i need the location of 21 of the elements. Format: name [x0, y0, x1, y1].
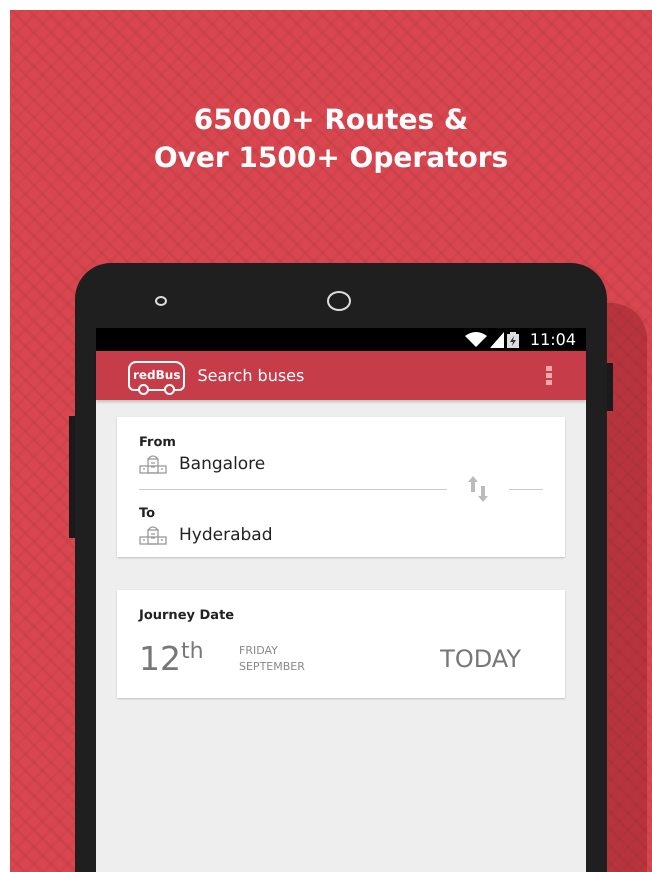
- headline-text: 65000+ Routes &: [194, 102, 468, 138]
- field-label: Journey Date: [139, 608, 236, 623]
- wifi-icon: [464, 332, 487, 348]
- building-icon: [139, 454, 167, 474]
- camera-icon: [155, 296, 167, 306]
- today-button[interactable]: TODAY: [440, 644, 543, 672]
- signal-icon: [490, 332, 504, 348]
- field-label: From: [139, 435, 177, 450]
- month-text: SEPTEMBER: [239, 658, 306, 674]
- date-day[interactable]: 12$^{th}$: [139, 639, 239, 678]
- weekday-text: FRIDAY: [239, 642, 279, 658]
- headline-text: Over 1500+ Operators: [154, 140, 508, 176]
- swap-icon[interactable]: [467, 476, 489, 502]
- field-label: To: [139, 506, 156, 521]
- status-time: 11:04: [530, 330, 576, 349]
- app-title: Search buses: [197, 366, 306, 385]
- city-field[interactable]: Bangalore: [139, 454, 543, 474]
- battery-icon: [506, 332, 519, 348]
- sensor-icon: [327, 291, 351, 311]
- building-icon: [139, 525, 167, 545]
- city-field[interactable]: Hyderabad: [139, 525, 543, 545]
